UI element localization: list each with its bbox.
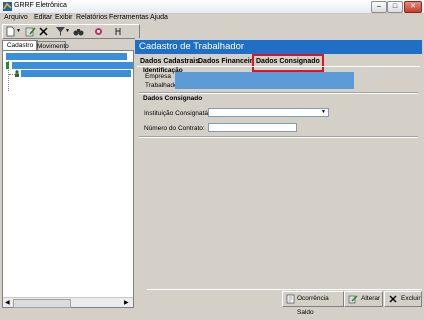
window-title: GRRF Eletrônica: [14, 2, 67, 9]
ocorrencia-saldo-button[interactable]: Ocorrência Saldo: [282, 291, 344, 316]
chevron-down-icon[interactable]: ▼: [320, 110, 327, 115]
contrato-label: Número do Contrato:: [144, 125, 205, 132]
divider: [139, 136, 418, 138]
divider: [139, 92, 418, 94]
menu-ferramentas[interactable]: Ferramentas: [109, 14, 149, 21]
excluir-button[interactable]: Excluir: [384, 291, 422, 307]
edit-icon: [348, 295, 358, 304]
tab-dados-cadastrais[interactable]: Dados Cadastrais: [140, 58, 199, 65]
instituicao-label: Instituição Consignatária:: [144, 110, 217, 117]
menu-arquivo[interactable]: Arquivo: [4, 14, 28, 21]
delete-icon: [389, 295, 397, 303]
scroll-thumb[interactable]: [13, 299, 71, 308]
close-button[interactable]: ✕: [404, 1, 422, 13]
alterar-button[interactable]: Alterar: [344, 291, 383, 307]
document-icon: [286, 294, 295, 304]
menu-bar: Arquivo Editar Exibir Relatórios Ferrame…: [0, 13, 424, 23]
tree-node-icon: [6, 62, 9, 69]
binoculars-icon[interactable]: [73, 26, 84, 37]
worker-icon: [15, 70, 19, 77]
menu-ajuda[interactable]: Ajuda: [150, 14, 168, 21]
alterar-label: Alterar: [361, 295, 381, 302]
identificacao-value-field: [175, 72, 354, 89]
edit-icon[interactable]: [25, 26, 36, 37]
toolbar: ▼ ▼: [2, 24, 140, 39]
menu-editar[interactable]: Editar: [34, 14, 52, 21]
tools-icon[interactable]: [93, 26, 104, 37]
minimize-button[interactable]: ‒: [371, 1, 387, 13]
left-panel: Cadastro Movimento ◀ ▶: [1, 38, 134, 310]
scroll-left-icon[interactable]: ◀: [5, 299, 10, 306]
help-icon[interactable]: [113, 26, 124, 37]
right-panel: Cadastro de Trabalhador Dados Cadastrais…: [135, 38, 422, 310]
excluir-label: Excluir: [401, 295, 421, 302]
ocorrencia-label: Ocorrência Saldo: [297, 295, 329, 316]
scroll-right-icon[interactable]: ▶: [124, 299, 129, 306]
contrato-input[interactable]: [208, 123, 297, 132]
tab-content: Identificação Empresa Trabalhador Dados …: [137, 66, 420, 287]
empresa-label: Empresa: [145, 73, 172, 80]
menu-exibir[interactable]: Exibir: [55, 14, 73, 21]
page-title: Cadastro de Trabalhador: [135, 40, 422, 54]
title-bar: GRRF Eletrônica ‒ □ ✕: [0, 0, 424, 14]
horizontal-scrollbar[interactable]: ◀ ▶: [3, 297, 133, 308]
tree-item-company[interactable]: [12, 62, 133, 69]
menu-relatorios[interactable]: Relatórios: [76, 14, 108, 21]
app-icon: [3, 2, 12, 11]
tree-item-root[interactable]: [6, 53, 127, 60]
delete-icon[interactable]: [38, 26, 49, 37]
action-bar: Ocorrência Saldo Alterar Excluir: [147, 289, 422, 316]
consignado-title: Dados Consignado: [143, 95, 203, 102]
instituicao-select[interactable]: ▼: [208, 108, 329, 117]
maximize-button[interactable]: □: [387, 1, 403, 13]
tree-item-worker[interactable]: [21, 70, 131, 77]
new-document-icon[interactable]: [5, 26, 16, 37]
tree-view: ◀ ▶: [2, 50, 134, 308]
